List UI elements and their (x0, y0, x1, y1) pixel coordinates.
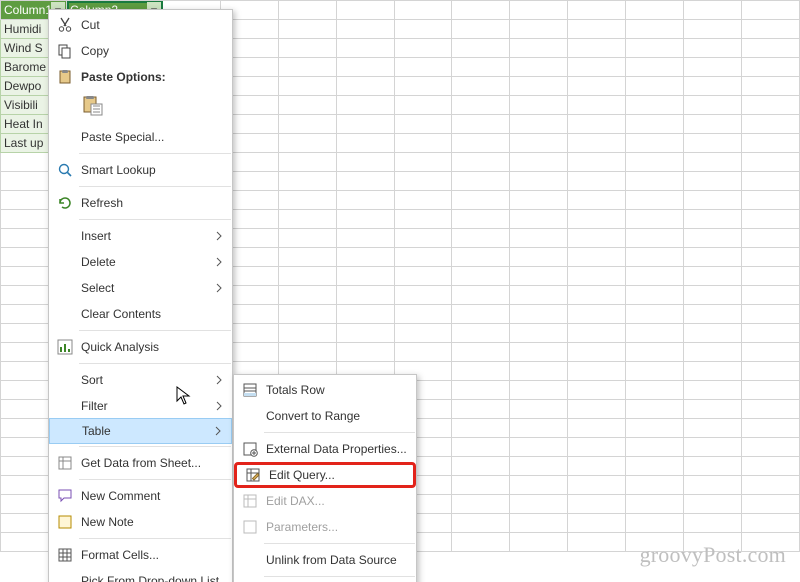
search-icon (55, 160, 75, 180)
chevron-right-icon (214, 231, 224, 241)
menu-select[interactable]: Select (49, 275, 232, 301)
table-submenu: Totals Row Convert to Range External Dat… (233, 374, 417, 582)
menu-copy[interactable]: Copy (49, 38, 232, 64)
totals-row-icon (240, 380, 260, 400)
quick-analysis-icon (55, 337, 75, 357)
menu-filter-label: Filter (81, 399, 214, 413)
menu-paste-options-label: Paste Options: (81, 70, 224, 84)
menu-sort-label: Sort (81, 373, 214, 387)
chevron-right-icon (214, 257, 224, 267)
chevron-right-icon (214, 283, 224, 293)
menu-refresh[interactable]: Refresh (49, 190, 232, 216)
paste-icon (55, 67, 75, 87)
paste-option-keep-source[interactable] (79, 92, 107, 120)
watermark: groovyPost.com (640, 542, 786, 568)
submenu-totals-row[interactable]: Totals Row (234, 377, 416, 403)
menu-select-label: Select (81, 281, 214, 295)
menu-table[interactable]: Table (49, 418, 232, 444)
menu-clear-contents-label: Clear Contents (81, 307, 224, 321)
menu-get-data[interactable]: Get Data from Sheet... (49, 450, 232, 476)
menu-sort[interactable]: Sort (49, 367, 232, 393)
submenu-totals-row-label: Totals Row (266, 383, 408, 397)
menu-cut[interactable]: Cut (49, 12, 232, 38)
menu-new-note-label: New Note (81, 515, 224, 529)
menu-format-cells[interactable]: Format Cells... (49, 542, 232, 568)
menu-quick-analysis-label: Quick Analysis (81, 340, 224, 354)
menu-pick-list[interactable]: Pick From Drop-down List... (49, 568, 232, 582)
menu-smart-lookup-label: Smart Lookup (81, 163, 224, 177)
edit-query-icon (243, 465, 263, 485)
format-cells-icon (55, 545, 75, 565)
submenu-ext-data-props[interactable]: External Data Properties... (234, 436, 416, 462)
context-menu: Cut Copy Paste Options: Paste Special...… (48, 9, 233, 582)
submenu-parameters-label: Parameters... (266, 520, 408, 534)
submenu-ext-data-props-label: External Data Properties... (266, 442, 408, 456)
menu-paste-special[interactable]: Paste Special... (49, 124, 232, 150)
menu-get-data-label: Get Data from Sheet... (81, 456, 224, 470)
submenu-convert-range-label: Convert to Range (266, 409, 408, 423)
menu-pick-list-label: Pick From Drop-down List... (81, 574, 229, 582)
menu-insert[interactable]: Insert (49, 223, 232, 249)
menu-new-comment-label: New Comment (81, 489, 224, 503)
menu-clear-contents[interactable]: Clear Contents (49, 301, 232, 327)
menu-delete-label: Delete (81, 255, 214, 269)
menu-delete[interactable]: Delete (49, 249, 232, 275)
cut-icon (55, 15, 75, 35)
edit-dax-icon (240, 491, 260, 511)
menu-filter[interactable]: Filter (49, 393, 232, 419)
menu-refresh-label: Refresh (81, 196, 224, 210)
column-header-1-label: Column1 (4, 3, 52, 17)
menu-format-cells-label: Format Cells... (81, 548, 224, 562)
menu-quick-analysis[interactable]: Quick Analysis (49, 334, 232, 360)
refresh-icon (55, 193, 75, 213)
menu-new-note[interactable]: New Note (49, 509, 232, 535)
properties-icon (240, 439, 260, 459)
menu-copy-label: Copy (81, 44, 224, 58)
submenu-unlink[interactable]: Unlink from Data Source (234, 547, 416, 573)
menu-insert-label: Insert (81, 229, 214, 243)
chevron-right-icon (214, 401, 224, 411)
menu-smart-lookup[interactable]: Smart Lookup (49, 157, 232, 183)
note-icon (55, 512, 75, 532)
menu-table-label: Table (82, 424, 213, 438)
submenu-convert-range[interactable]: Convert to Range (234, 403, 416, 429)
chevron-right-icon (213, 426, 223, 436)
chevron-right-icon (214, 375, 224, 385)
submenu-edit-query-label: Edit Query... (269, 468, 405, 482)
submenu-edit-dax: Edit DAX... (234, 488, 416, 514)
submenu-edit-query[interactable]: Edit Query... (234, 462, 416, 488)
copy-icon (55, 41, 75, 61)
menu-paste-options-header: Paste Options: (49, 64, 232, 90)
parameters-icon (240, 517, 260, 537)
comment-icon (55, 486, 75, 506)
submenu-unlink-label: Unlink from Data Source (266, 553, 408, 567)
menu-cut-label: Cut (81, 18, 224, 32)
menu-paste-special-label: Paste Special... (81, 130, 224, 144)
get-data-icon (55, 453, 75, 473)
submenu-edit-dax-label: Edit DAX... (266, 494, 408, 508)
menu-new-comment[interactable]: New Comment (49, 483, 232, 509)
submenu-parameters: Parameters... (234, 514, 416, 540)
